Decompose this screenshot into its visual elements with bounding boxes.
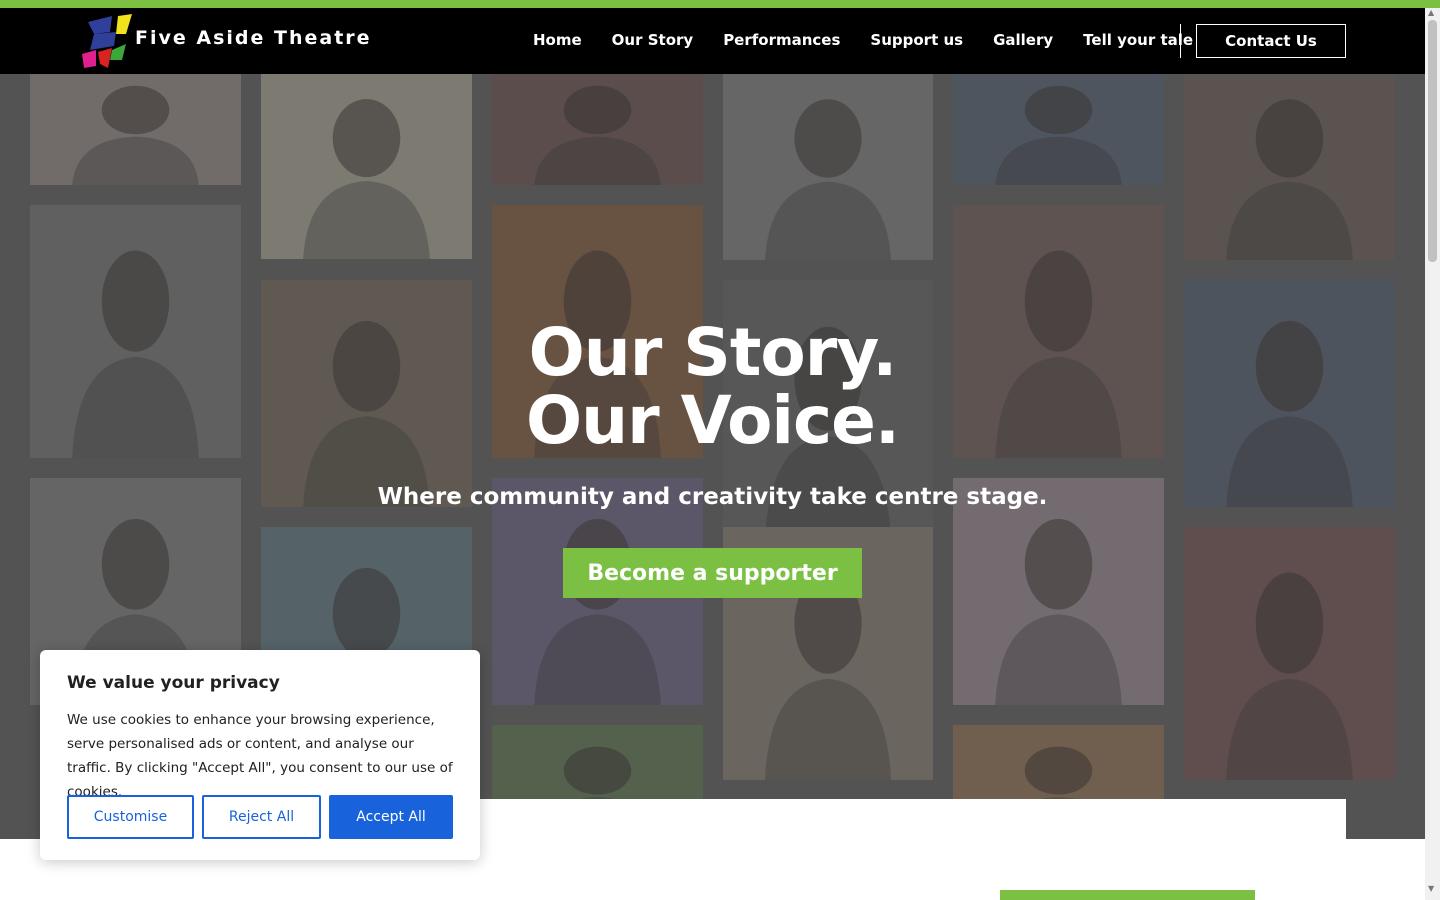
scroll-down-icon[interactable]: ▼ (1428, 884, 1434, 893)
scroll-up-icon[interactable]: ▲ (1428, 8, 1434, 17)
green-accent-strip (1000, 890, 1255, 900)
become-supporter-button[interactable]: Become a supporter (563, 548, 862, 598)
nav-divider (1180, 24, 1181, 58)
nav-home[interactable]: Home (533, 31, 582, 49)
nav-performances[interactable]: Performances (723, 31, 840, 49)
cookie-title: We value your privacy (67, 673, 280, 693)
nav-our-story[interactable]: Our Story (612, 31, 694, 49)
scroll-thumb[interactable] (1428, 20, 1437, 262)
brand-name[interactable]: Five Aside Theatre (135, 27, 372, 49)
cookie-text: We use cookies to enhance your browsing … (67, 712, 453, 800)
hero-title-line2: Our Voice. (525, 382, 900, 459)
contact-us-button[interactable]: Contact Us (1196, 24, 1346, 58)
hero-title-line1: Our Story. (528, 314, 898, 391)
top-accent-bar (0, 0, 1440, 8)
nav-support-us[interactable]: Support us (870, 31, 963, 49)
reject-all-button[interactable]: Reject All (202, 795, 321, 839)
cookie-consent-banner: We value your privacy We use cookies to … (40, 650, 480, 860)
nav-gallery[interactable]: Gallery (993, 31, 1053, 49)
five-aside-logo-icon[interactable] (82, 14, 134, 68)
customise-button[interactable]: Customise (67, 795, 194, 839)
accept-all-button[interactable]: Accept All (329, 795, 453, 839)
site-header: Five Aside Theatre Home Our Story Perfor… (0, 8, 1440, 74)
hero-subtitle: Where community and creativity take cent… (377, 484, 1048, 510)
main-nav: Home Our Story Performances Support us G… (533, 31, 1193, 49)
nav-tell-your-tale[interactable]: Tell your tale (1083, 31, 1193, 49)
content-card-edge (480, 799, 1346, 839)
page-scrollbar[interactable]: ▲ ▼ (1425, 8, 1440, 900)
